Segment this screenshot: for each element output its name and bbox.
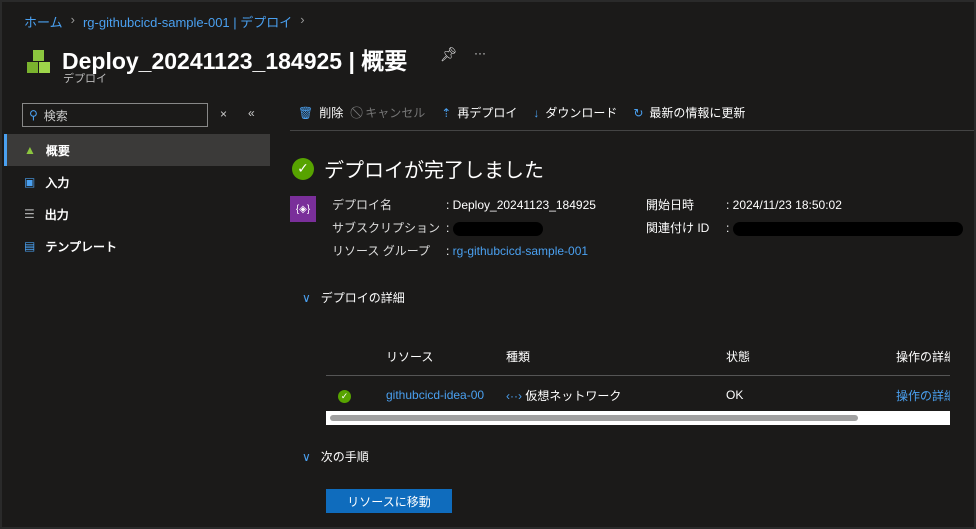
success-check-icon: ✓ [292,157,314,180]
resources-table: リソース種類状態操作の詳細 ✓githubcicd-idea-00‹··› 仮想… [326,338,950,414]
deployment-template-icon: {◈} [290,196,316,222]
redeploy-button[interactable]: ⇡ 再デプロイ [441,104,517,121]
sidebar-item-overview[interactable]: ▲ 概要 [4,134,270,166]
template-icon: ▤ [24,239,36,253]
redeploy-icon: ⇡ [441,105,452,120]
redacted-correlation-id [732,221,963,236]
go-to-resource-button[interactable]: リソースに移動 [326,489,452,513]
page-title: Deploy_20241123_184925 | 概要 [62,48,408,74]
search-input[interactable]: ⚲ 検索 [22,103,208,127]
sidebar: ▲ 概要 ▣ 入力 ☰ 出力 ▤ テンプレート [4,134,270,262]
status-heading: ✓ デプロイが完了しました [292,154,544,183]
redacted-subscription [452,221,543,236]
download-button[interactable]: ↓ ダウンロード [533,104,617,121]
divider [290,130,974,131]
page-subtitle: デプロイ [63,73,107,85]
chevron-down-icon: ∨ [302,290,311,305]
refresh-icon: ↻ [633,105,644,120]
chevron-right-icon: › [70,12,75,27]
breadcrumb: ホーム › rg-githubcicd-sample-001 | デプロイ › [24,12,305,31]
next-steps-toggle[interactable]: ∨ 次の手順 [302,448,369,465]
sidebar-item-output[interactable]: ☰ 出力 [4,198,270,230]
chevron-down-icon: ∨ [302,449,311,464]
breadcrumb-rg[interactable]: rg-githubcicd-sample-001 | デプロイ [83,12,292,31]
breadcrumb-home[interactable]: ホーム [24,12,63,31]
vnet-icon: ‹··› [506,388,522,403]
deployment-info: デプロイ名: Deploy_20241123_184925 開始日時: 2024/… [332,194,963,263]
clear-icon[interactable]: × [220,107,227,121]
chevron-right-icon: › [300,12,305,27]
collapse-icon[interactable]: « [248,106,255,120]
trash-icon: 🗑︎ [298,105,314,120]
sidebar-item-template[interactable]: ▤ テンプレート [4,230,270,262]
more-button[interactable]: ··· [474,46,486,60]
table-row: ✓githubcicd-idea-00‹··› 仮想ネットワークOK操作の詳細 [326,376,950,414]
scrollbar-thumb[interactable] [330,415,858,421]
pin-icon[interactable]: 📌︎ [440,46,458,63]
toolbar: 🗑︎削除 ⃠キャンセル ⇡再デプロイ ↓ダウンロード ↻最新の情報に更新 [298,104,745,121]
refresh-button[interactable]: ↻ 最新の情報に更新 [633,104,745,121]
overview-icon: ▲ [24,143,36,157]
resource-group-link[interactable]: rg-githubcicd-sample-001 [453,244,588,258]
delete-button[interactable]: 🗑︎ 削除 [298,104,343,121]
output-icon: ☰ [24,207,35,221]
ok-status-icon: ✓ [338,389,351,403]
deployment-details-toggle[interactable]: ∨ デプロイの詳細 [302,289,405,306]
deployment-cubes-icon [27,50,50,73]
sidebar-item-input[interactable]: ▣ 入力 [4,166,270,198]
cancel-button[interactable]: ⃠キャンセル [359,104,425,121]
input-icon: ▣ [24,175,36,189]
search-icon: ⚲ [29,108,38,122]
download-icon: ↓ [533,105,540,120]
